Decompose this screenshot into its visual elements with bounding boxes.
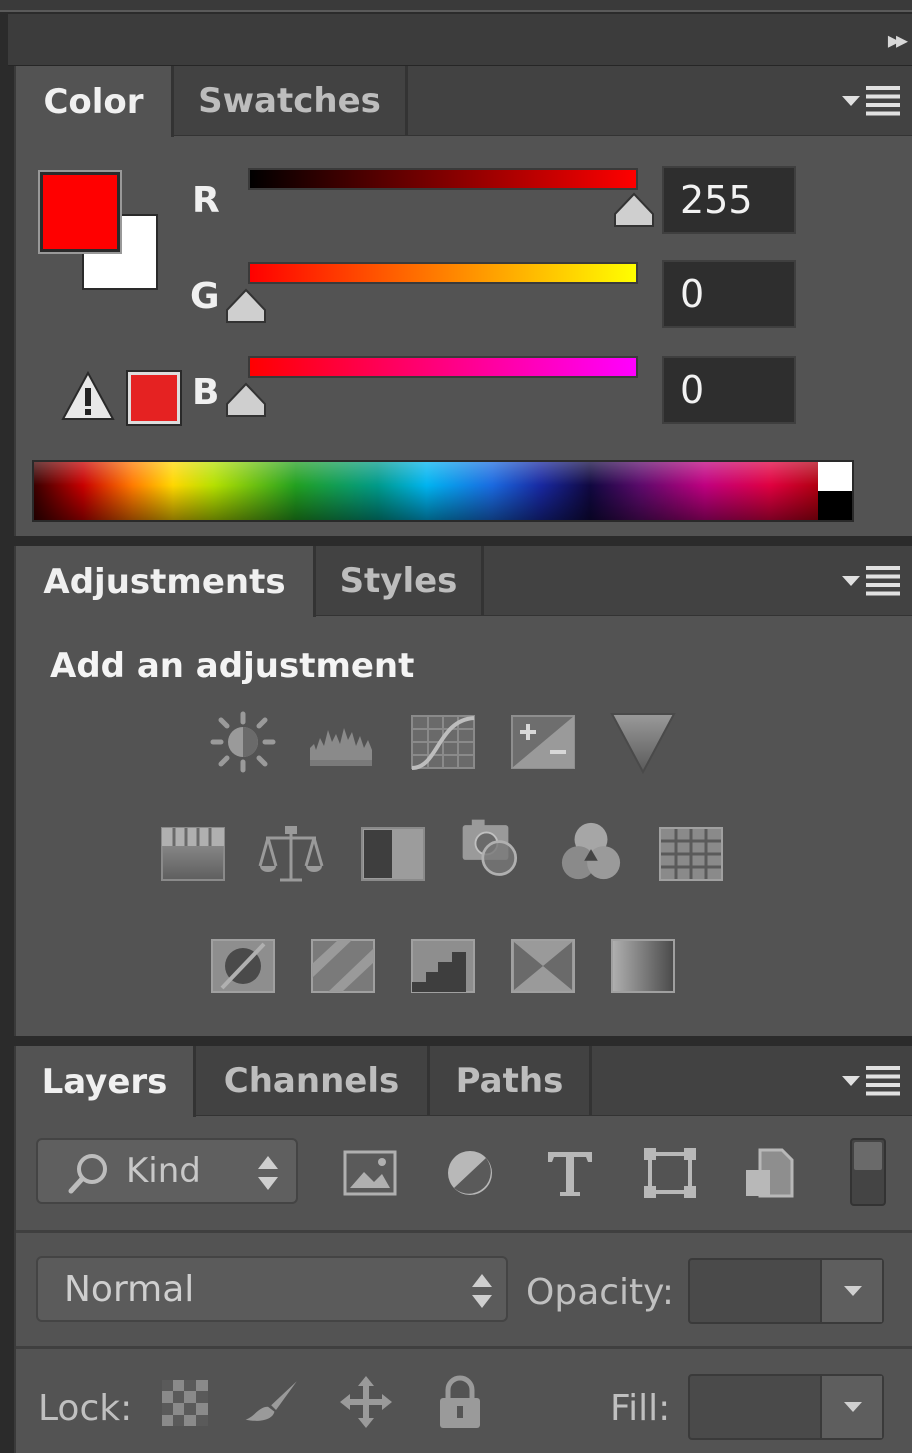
channel-label-b: B	[192, 372, 220, 413]
b-value-field[interactable]: 0	[662, 356, 796, 424]
window-top-strip	[0, 0, 912, 12]
slider-b[interactable]	[248, 356, 638, 378]
tab-swatches[interactable]: Swatches	[174, 66, 408, 136]
black-white-icon[interactable]	[358, 822, 428, 886]
channel-mixer-icon[interactable]	[556, 820, 626, 884]
channel-label-g: G	[190, 276, 220, 317]
adjustment-layer-filter-icon[interactable]	[442, 1146, 498, 1200]
updown-arrows-icon	[258, 1156, 278, 1190]
vibrance-icon[interactable]	[608, 710, 678, 774]
filter-kind-select[interactable]: Kind	[36, 1138, 298, 1204]
lock-image-pixels-brush-icon[interactable]	[244, 1374, 300, 1430]
lock-position-move-icon[interactable]	[338, 1374, 394, 1430]
curves-icon[interactable]	[408, 710, 478, 774]
g-value-field[interactable]: 0	[662, 260, 796, 328]
fill-field[interactable]	[688, 1374, 884, 1440]
spectrum-black-swatch[interactable]	[818, 491, 852, 520]
tab-styles[interactable]: Styles	[316, 546, 484, 616]
opacity-dropdown-icon[interactable]	[820, 1260, 882, 1322]
tab-channels[interactable]: Channels	[196, 1046, 430, 1116]
invert-icon[interactable]	[208, 934, 278, 998]
blend-mode-value: Normal	[64, 1268, 195, 1310]
updown-arrows-icon	[472, 1274, 492, 1308]
opacity-field[interactable]	[688, 1258, 884, 1324]
tab-paths[interactable]: Paths	[430, 1046, 592, 1116]
slider-r[interactable]	[248, 168, 638, 190]
layers-panel-tabbar: Layers Channels Paths	[16, 1046, 912, 1117]
panel-dock-header: ▸▸	[8, 14, 912, 66]
divider	[16, 1346, 912, 1349]
shape-layer-filter-icon[interactable]	[642, 1146, 698, 1200]
levels-icon[interactable]	[306, 710, 376, 774]
posterize-icon[interactable]	[308, 934, 378, 998]
hue-saturation-icon[interactable]	[158, 822, 228, 886]
slider-g[interactable]	[248, 262, 638, 284]
panel-menu-icon[interactable]	[842, 564, 902, 598]
collapse-panels-icon[interactable]: ▸▸	[888, 26, 908, 54]
photo-filter-icon[interactable]	[456, 816, 526, 880]
channel-label-r: R	[192, 180, 220, 221]
panel-menu-icon[interactable]	[842, 84, 902, 118]
out-of-gamut-swatch[interactable]	[126, 370, 182, 426]
threshold-icon[interactable]	[408, 934, 478, 998]
foreground-color-swatch[interactable]	[38, 170, 122, 254]
lock-all-padlock-icon[interactable]	[432, 1374, 488, 1430]
warning-triangle-icon[interactable]	[60, 370, 116, 422]
color-balance-icon[interactable]	[256, 822, 326, 886]
lock-transparent-pixels-icon[interactable]	[158, 1374, 214, 1430]
layers-panel: Layers Channels Paths Kind Normal Opacit…	[14, 1046, 912, 1453]
color-spectrum-ramp[interactable]	[32, 460, 854, 522]
smart-object-filter-icon[interactable]	[742, 1146, 798, 1200]
spectrum-white-swatch[interactable]	[818, 462, 852, 491]
r-value-field[interactable]: 255	[662, 166, 796, 234]
panel-menu-icon[interactable]	[842, 1064, 902, 1098]
color-lookup-icon[interactable]	[656, 822, 726, 886]
search-icon	[68, 1154, 107, 1194]
exposure-icon[interactable]	[508, 710, 578, 774]
slider-b-handle[interactable]	[225, 382, 267, 418]
slider-g-handle[interactable]	[225, 288, 267, 324]
tab-adjustments[interactable]: Adjustments	[16, 546, 316, 617]
selective-color-icon[interactable]	[508, 934, 578, 998]
blend-mode-select[interactable]: Normal	[36, 1256, 508, 1322]
color-panel-tabbar: Color Swatches	[16, 66, 912, 137]
filter-toggle-knob	[854, 1142, 882, 1170]
filter-kind-label: Kind	[126, 1151, 201, 1191]
color-panel: Color Swatches R 255 G 0 B 0	[14, 66, 912, 536]
adjustments-panel-tabbar: Adjustments Styles	[16, 546, 912, 617]
adjustments-panel: Adjustments Styles Add an adjustment	[14, 546, 912, 1036]
slider-r-handle[interactable]	[613, 192, 655, 228]
type-layer-filter-icon[interactable]	[542, 1146, 598, 1200]
fill-label: Fill:	[610, 1388, 671, 1429]
pixel-layer-filter-icon[interactable]	[342, 1146, 398, 1200]
opacity-label: Opacity:	[526, 1272, 674, 1313]
tab-layers[interactable]: Layers	[16, 1046, 196, 1117]
add-adjustment-heading: Add an adjustment	[50, 646, 415, 686]
tab-color[interactable]: Color	[16, 66, 174, 137]
divider	[16, 1230, 912, 1233]
gradient-map-icon[interactable]	[608, 934, 678, 998]
lock-label: Lock:	[38, 1388, 133, 1429]
filter-on-off-toggle[interactable]	[850, 1138, 886, 1206]
brightness-contrast-icon[interactable]	[208, 710, 278, 774]
fill-dropdown-icon[interactable]	[820, 1376, 882, 1438]
